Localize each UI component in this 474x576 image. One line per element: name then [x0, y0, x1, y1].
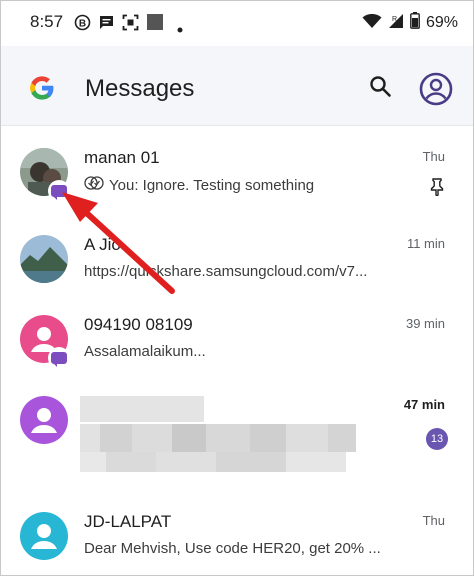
message-time: Thu: [422, 513, 445, 528]
svg-text:B: B: [79, 19, 86, 30]
avatar: [20, 396, 68, 444]
chat-badge-icon: [48, 180, 70, 202]
message-preview: https://quickshare.samsungcloud.com/v7..…: [84, 263, 368, 280]
screenshot-icon: [122, 14, 139, 36]
battery-icon: [410, 12, 420, 34]
message-preview: Assalamalaikum...: [84, 343, 206, 360]
message-icon: [98, 14, 115, 36]
search-icon[interactable]: [368, 74, 392, 98]
wifi-icon: [362, 13, 382, 34]
unread-count-badge: 13: [426, 428, 448, 450]
pin-icon: [430, 178, 444, 201]
b-circle-icon: B: [74, 14, 91, 36]
contact-name: JD-LALPAT: [84, 512, 172, 531]
conversation-item[interactable]: manan 01 You: Ignore. Testing something …: [0, 130, 474, 226]
battery-percent: 69%: [425, 14, 458, 31]
account-circle-icon[interactable]: [419, 72, 453, 106]
message-preview-text: You: Ignore. Testing something: [109, 176, 315, 194]
square-icon: [147, 14, 163, 35]
double-check-icon: [84, 176, 104, 194]
conversation-item[interactable]: 47 min 13: [0, 378, 474, 488]
message-time: Thu: [422, 149, 445, 164]
status-time: 8:57: [30, 12, 64, 31]
message-preview: You: Ignore. Testing something: [84, 176, 394, 194]
signal-icon: R: [388, 13, 404, 34]
dot-icon: [177, 20, 183, 38]
app-title: Messages: [85, 75, 195, 102]
message-time: 47 min: [403, 397, 445, 412]
avatar: [20, 235, 68, 283]
status-right: R 69%: [362, 12, 458, 34]
message-preview: Dear Mehvish, Use code HER20, get 20% ..…: [84, 540, 381, 557]
message-time: 39 min: [405, 316, 445, 331]
blurred-content: [80, 378, 370, 472]
status-bar: 8:57 B R 69%: [0, 0, 474, 46]
avatar: [20, 512, 68, 560]
contact-name: 094190 08109: [84, 315, 193, 334]
contact-name: A Jio: [84, 235, 121, 254]
chat-badge-icon: [48, 347, 70, 369]
conversation-item[interactable]: JD-LALPAT Dear Mehvish, Use code HER20, …: [0, 494, 474, 576]
message-time: 11 min: [406, 236, 445, 251]
google-g-icon: [28, 74, 56, 107]
app-bar: Messages: [0, 46, 474, 126]
contact-name: manan 01: [84, 148, 160, 167]
svg-text:R: R: [392, 16, 397, 23]
